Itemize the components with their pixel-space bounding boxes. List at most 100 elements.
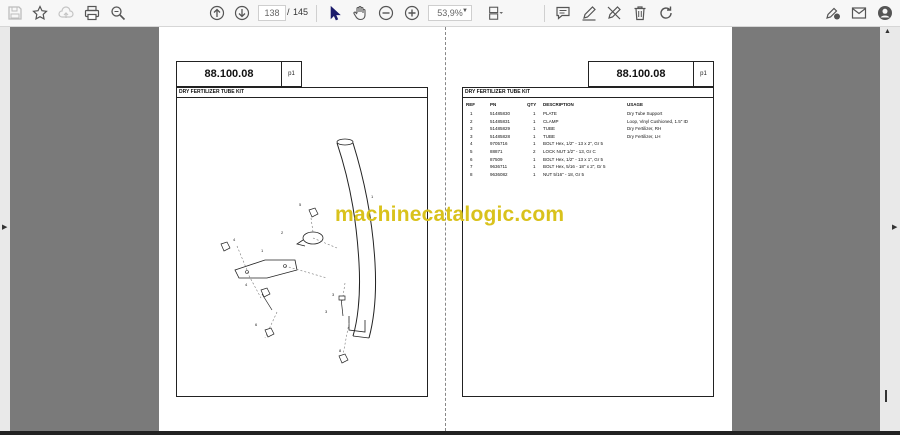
row-pn: 9636082 [490,171,508,177]
scrollbar-thumb[interactable] [885,390,887,402]
row-ref: 1 [470,111,473,116]
next-page-icon[interactable] [233,4,251,22]
row-qty: 1 [533,164,536,170]
row-description: BOLT Hex, 1/2" - 13 x 1", Gr 5 [543,156,604,162]
row-ref: 6 [470,156,473,162]
expand-right-icon[interactable]: ▶ [892,223,897,231]
bookmark-star-icon[interactable] [31,4,49,22]
left-panel-toggle[interactable]: ▶ [0,27,10,435]
parts-table: REF PN QTY DESCRIPTION USAGE 1 51485830 … [463,99,711,178]
row-ref: 7 [470,164,473,170]
row-usage [627,156,711,164]
row-usage: Dry Fertilizer, LH [627,133,661,139]
row-pn: 51485831 [490,118,511,124]
column-qty: QTY [527,101,537,107]
viewer-toolbar: 138 / 145 53,9% ▼ [0,0,900,27]
pen-draw-icon[interactable] [580,4,598,22]
table-row: 6 87509 1 BOLT Hex, 1/2" - 13 x 1", Gr 5 [463,156,711,164]
row-description: BOLT Hex, 5/16 - 18" x 2", Gr 5 [543,164,606,170]
zoom-in-icon[interactable] [403,4,421,22]
row-usage: Dry Fertilizer, RH [627,126,662,132]
row-qty: 1 [533,156,536,162]
row-description: BOLT Hex, 1/2" - 13 x 2", Gr 5 [543,141,604,147]
column-ref: REF [466,101,475,107]
callout-5: 5 [299,202,302,207]
row-description: LOCK NUT 1/2" - 13, Gr C [543,148,596,154]
catalog-number-right: 88.100.08 [588,61,694,87]
account-icon[interactable] [876,4,894,22]
total-pages: 145 [293,7,309,17]
page-fold-line [445,27,446,431]
row-pn: 51485828 [490,133,511,139]
delete-trash-icon[interactable] [631,4,649,22]
table-row: 3 51485828 1 TUBE Dry Fertilizer, LH [463,133,711,141]
page-display-icon[interactable] [484,4,506,22]
table-row: 8 9636082 1 NUT 5/16" - 18, Gr 5 [463,171,711,179]
callout-4b: 4 [245,282,248,287]
row-qty: 1 [533,171,536,177]
column-usage: USAGE [627,101,644,107]
row-ref: 8 [470,171,473,177]
row-qty: 2 [533,148,536,154]
row-ref: 2 [470,118,473,124]
row-description: TUBE [543,133,556,139]
row-description: CLAMP [543,118,559,124]
vertical-scrollbar[interactable]: ▲ ▶ [880,27,900,435]
exploded-diagram: 1 1 2 3 3 4 4 5 6 8 [176,97,428,397]
rotate-refresh-icon[interactable] [657,4,675,22]
row-pn: 9705716 [490,141,508,147]
callout-6: 6 [255,322,258,327]
row-qty: 1 [533,141,536,147]
row-pn: 51485829 [490,126,511,132]
document-page: 88.100.08 p1 DRY FERTILIZER TUBE KIT 1 1… [159,27,732,431]
table-row: 5 88871 2 LOCK NUT 1/2" - 13, Gr C [463,148,711,156]
chevron-down-icon[interactable]: ▼ [462,8,468,14]
zoom-out-icon[interactable] [377,4,395,22]
row-qty: 1 [533,118,536,124]
row-pn: 51485830 [490,111,511,116]
row-ref: 5 [470,148,473,154]
column-description: DESCRIPTION [543,101,574,107]
page-marker-right: p1 [693,61,714,87]
row-usage: Loop, Vinyl Cushioned, 1.5" ID [627,118,689,124]
row-description: NUT 5/16" - 18, Gr 5 [543,171,585,177]
row-ref: 3 [470,133,473,139]
row-ref: 3 [470,126,473,132]
edit-document-icon[interactable] [824,4,842,22]
callout-3: 3 [325,309,328,314]
table-row: 1 51485830 1 PLATE Dry Tube Support [463,110,711,118]
parts-drawing: 1 1 2 3 3 4 4 5 6 8 [220,138,377,364]
column-pn: PN [490,101,497,107]
callout-8: 8 [339,348,342,353]
save-icon[interactable] [6,4,24,22]
select-cursor-icon[interactable] [326,4,344,22]
highlight-edit-icon[interactable] [605,4,623,22]
callout-1: 1 [371,194,374,199]
hand-pan-icon[interactable] [351,4,369,22]
row-usage [627,148,711,156]
table-row: 7 9636711 1 BOLT Hex, 5/16 - 18" x 2", G… [463,163,711,171]
row-usage [627,163,711,171]
scroll-up-icon[interactable]: ▲ [884,28,891,35]
print-icon[interactable] [83,4,101,22]
expand-left-icon[interactable]: ▶ [2,223,7,231]
upload-cloud-icon[interactable] [57,4,75,22]
row-qty: 1 [533,111,536,116]
parts-table-header: REF PN QTY DESCRIPTION USAGE [463,99,711,110]
callout-2: 2 [281,230,284,235]
comment-icon[interactable] [554,4,572,22]
row-qty: 1 [533,133,536,139]
zoom-search-icon[interactable] [109,4,127,22]
row-description: TUBE [543,126,556,132]
previous-page-icon[interactable] [208,4,226,22]
page-number-input[interactable]: 138 [258,5,286,21]
email-icon[interactable] [850,4,868,22]
row-usage [627,140,711,148]
toolbar-divider [544,5,545,22]
row-qty: 1 [533,126,536,132]
row-usage [627,171,711,179]
callout-3b: 3 [332,292,335,297]
watermark: machinecatalogic.com [335,203,565,226]
row-ref: 4 [470,141,473,147]
catalog-number-left: 88.100.08 [176,61,282,87]
